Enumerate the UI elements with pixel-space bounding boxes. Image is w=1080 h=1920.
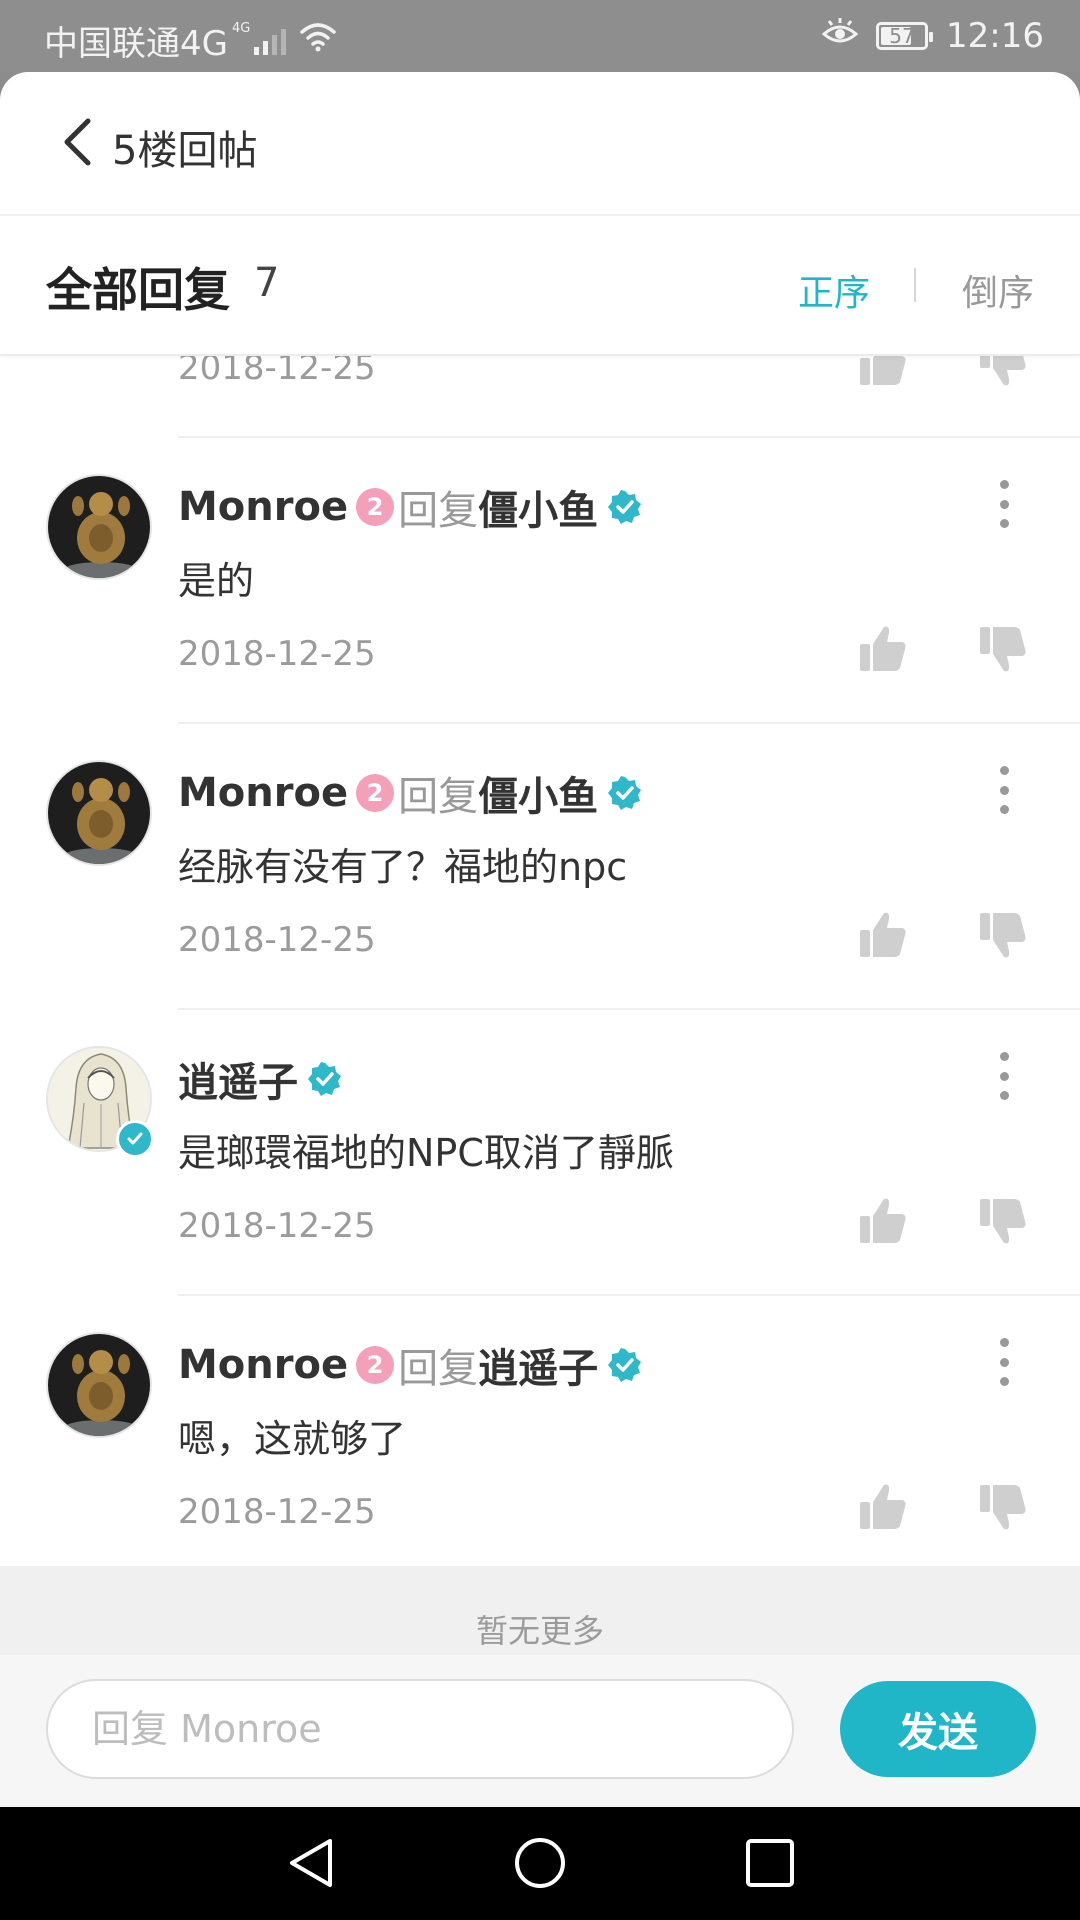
reply-target-name[interactable]: 逍遥子: [478, 1336, 598, 1394]
dislike-button[interactable]: [978, 1482, 1028, 1536]
sort-divider: [914, 268, 916, 302]
reply-item: 逍遥子 是瑯環福地的NPC取消了靜脈 2018-12-25: [0, 1010, 1080, 1296]
dislike-button[interactable]: [978, 910, 1028, 964]
level-badge: 2: [356, 1346, 395, 1384]
nav-recents-button[interactable]: [742, 1835, 798, 1895]
nav-home-button[interactable]: [512, 1835, 568, 1895]
reply-item-partial: 2018-12-25: [0, 356, 1080, 438]
carrier-label: 中国联通4G: [44, 24, 228, 64]
like-button[interactable]: [858, 1196, 908, 1250]
chevron-left-icon: [62, 118, 92, 170]
reply-content: 是的: [178, 559, 255, 603]
avatar[interactable]: [46, 760, 152, 866]
eye-comfort-icon: [821, 16, 859, 56]
verified-icon: [608, 490, 642, 524]
thumbs-up-icon: [858, 626, 908, 678]
username[interactable]: Monroe: [178, 484, 348, 530]
verified-avatar-badge-icon: [116, 1120, 154, 1158]
reply-header: 逍遥子: [178, 1050, 342, 1108]
reply-date: 2018-12-25: [178, 634, 376, 674]
no-more-label: 暂无更多: [475, 1612, 604, 1650]
level-badge: 2: [356, 488, 395, 526]
status-bar: 中国联通4G 4G 57 12:16: [0, 0, 1080, 72]
battery-icon: 57: [876, 22, 934, 50]
nav-back-button[interactable]: [284, 1835, 340, 1895]
reply-content: 经脉有没有了？福地的npc: [178, 845, 628, 889]
all-replies-title: 全部回复: [46, 263, 230, 317]
reply-date: 2018-12-25: [178, 1492, 376, 1532]
clock: 12:16: [946, 16, 1044, 56]
verified-icon: [608, 776, 642, 810]
avatar[interactable]: [46, 474, 152, 580]
thumbs-down-icon: [978, 913, 1028, 964]
verified-icon: [308, 1062, 342, 1096]
username[interactable]: Monroe: [178, 1342, 348, 1388]
reply-to-label: 回复: [398, 488, 479, 534]
status-left: 中国联通4G 4G: [44, 16, 337, 65]
back-button[interactable]: [54, 118, 100, 170]
username[interactable]: Monroe: [178, 770, 348, 816]
thumbs-up-icon: [858, 1484, 908, 1536]
reply-item: Monroe 2 回复 逍遥子 嗯，这就够了 2018-12-25: [0, 1296, 1080, 1582]
more-options-button[interactable]: [986, 1048, 1022, 1104]
like-button[interactable]: [858, 624, 908, 678]
reply-input-bar: 发送: [0, 1655, 1080, 1807]
reply-target-name[interactable]: 僵小鱼: [478, 478, 598, 536]
battery-level: 57: [889, 24, 915, 48]
reply-to-label: 回复: [398, 1346, 479, 1392]
thumbs-down-icon: [978, 627, 1028, 678]
reply-item: Monroe 2 回复 僵小鱼 经脉有没有了？福地的npc 2018-12-25: [0, 724, 1080, 1010]
more-options-button[interactable]: [986, 1334, 1022, 1390]
header: 5楼回帖: [0, 72, 1080, 216]
thumbs-up-icon: [858, 912, 908, 964]
thumbs-down-icon: [978, 1199, 1028, 1250]
reply-content: 是瑯環福地的NPC取消了靜脈: [178, 1131, 674, 1175]
thumbs-down-icon: [978, 1485, 1028, 1536]
network-type-badge: 4G: [231, 21, 251, 36]
reply-date: 2018-12-25: [178, 1206, 376, 1246]
dislike-button[interactable]: [978, 356, 1028, 392]
reply-header: Monroe 2 回复 逍遥子: [178, 1336, 642, 1394]
reply-header: Monroe 2 回复 僵小鱼: [178, 478, 642, 536]
like-button[interactable]: [858, 910, 908, 964]
dislike-button[interactable]: [978, 624, 1028, 678]
reply-target-name[interactable]: 僵小鱼: [478, 764, 598, 822]
reply-count: 7: [254, 260, 280, 306]
wifi-icon: [300, 21, 337, 61]
replies-sheet: 5楼回帖 全部回复 7 正序 倒序 2018-12-25 Monroe 2 回复…: [0, 72, 1080, 1807]
sort-bar: 全部回复 7 正序 倒序: [0, 216, 1080, 356]
reply-item: Monroe 2 回复 僵小鱼 是的 2018-12-25: [0, 438, 1080, 724]
verified-icon: [608, 1348, 642, 1382]
more-options-button[interactable]: [986, 476, 1022, 532]
level-badge: 2: [356, 774, 395, 812]
sort-descending-tab[interactable]: 倒序: [962, 264, 1034, 316]
thumbs-up-icon: [858, 1198, 908, 1250]
reply-date: 2018-12-25: [178, 356, 376, 388]
avatar[interactable]: [46, 1332, 152, 1438]
reply-input[interactable]: [46, 1679, 794, 1779]
dislike-button[interactable]: [978, 1196, 1028, 1250]
reply-date: 2018-12-25: [178, 920, 376, 960]
triangle-back-icon: [284, 1839, 340, 1895]
status-right: 57 12:16: [821, 16, 1044, 56]
system-nav-bar: [0, 1807, 1080, 1920]
like-button[interactable]: [858, 1482, 908, 1536]
reply-header: Monroe 2 回复 僵小鱼: [178, 764, 642, 822]
page-title: 5楼回帖: [112, 128, 258, 174]
more-options-button[interactable]: [986, 762, 1022, 818]
username[interactable]: 逍遥子: [178, 1050, 298, 1108]
thumbs-up-icon: [858, 356, 908, 392]
square-recents-icon: [742, 1839, 798, 1895]
reply-list[interactable]: 2018-12-25 Monroe 2 回复 僵小鱼 是的 2018-12-25: [0, 356, 1080, 1636]
thumbs-down-icon: [978, 356, 1028, 392]
signal-icon: [254, 27, 287, 55]
reply-content: 嗯，这就够了: [178, 1417, 407, 1461]
send-button[interactable]: 发送: [840, 1681, 1036, 1777]
circle-home-icon: [512, 1838, 568, 1895]
reply-to-label: 回复: [398, 774, 479, 820]
sort-ascending-tab[interactable]: 正序: [798, 264, 870, 316]
like-button[interactable]: [858, 356, 908, 392]
